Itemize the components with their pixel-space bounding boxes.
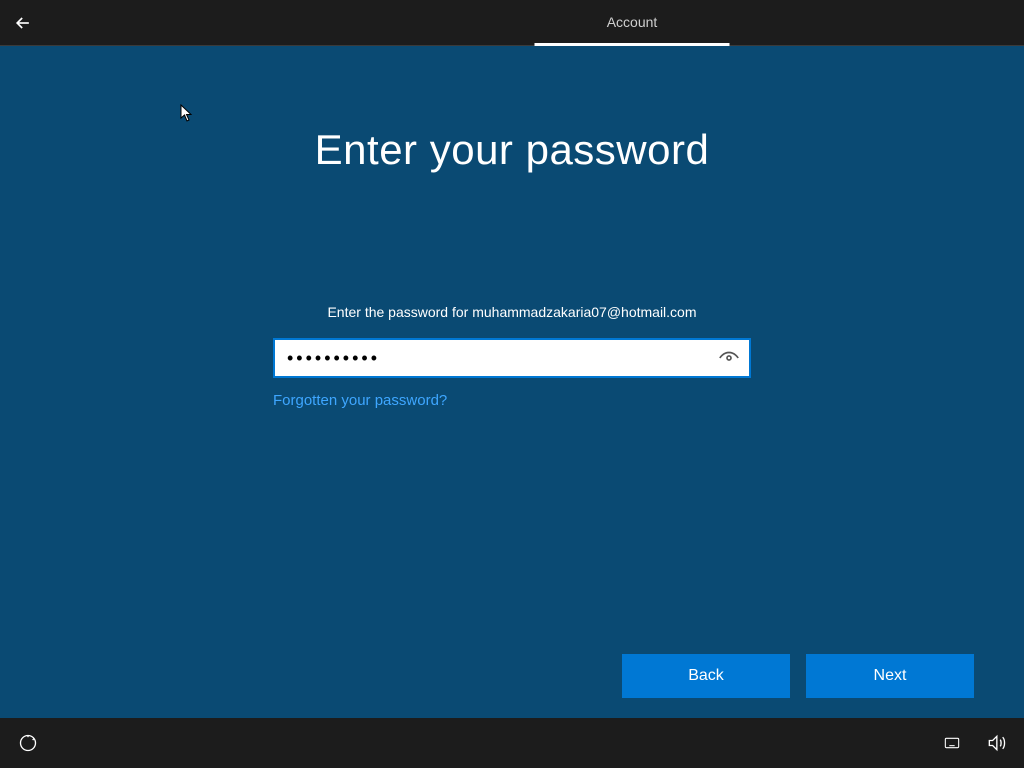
tab-account-label: Account xyxy=(607,14,658,30)
page-title: Enter your password xyxy=(0,126,1024,174)
eye-icon xyxy=(718,347,740,369)
volume-button[interactable] xyxy=(984,731,1008,755)
ease-of-access-button[interactable] xyxy=(16,731,40,755)
back-button-label: Back xyxy=(688,667,724,684)
next-button[interactable]: Next xyxy=(806,654,974,698)
title-bar: Account xyxy=(0,0,1024,46)
tab-account[interactable]: Account xyxy=(535,0,730,46)
volume-icon xyxy=(986,733,1006,753)
back-button[interactable]: Back xyxy=(622,654,790,698)
keyboard-icon xyxy=(942,735,962,751)
keyboard-button[interactable] xyxy=(940,731,964,755)
forgot-password-label: Forgotten your password? xyxy=(273,392,447,409)
password-input-container xyxy=(273,338,751,378)
bottom-bar xyxy=(0,718,1024,768)
bottom-bar-left xyxy=(16,731,40,755)
instruction-text: Enter the password for muhammadzakaria07… xyxy=(0,304,1024,320)
accessibility-icon xyxy=(18,733,38,753)
forgot-password-link[interactable]: Forgotten your password? xyxy=(273,392,751,409)
back-arrow-button[interactable] xyxy=(0,0,46,46)
next-button-label: Next xyxy=(874,667,907,684)
content-area: Enter your password Enter the password f… xyxy=(0,46,1024,718)
arrow-left-icon xyxy=(13,13,33,33)
navigation-buttons: Back Next xyxy=(622,654,974,698)
bottom-bar-right xyxy=(940,731,1008,755)
password-input[interactable] xyxy=(273,338,751,378)
reveal-password-button[interactable] xyxy=(715,344,743,372)
